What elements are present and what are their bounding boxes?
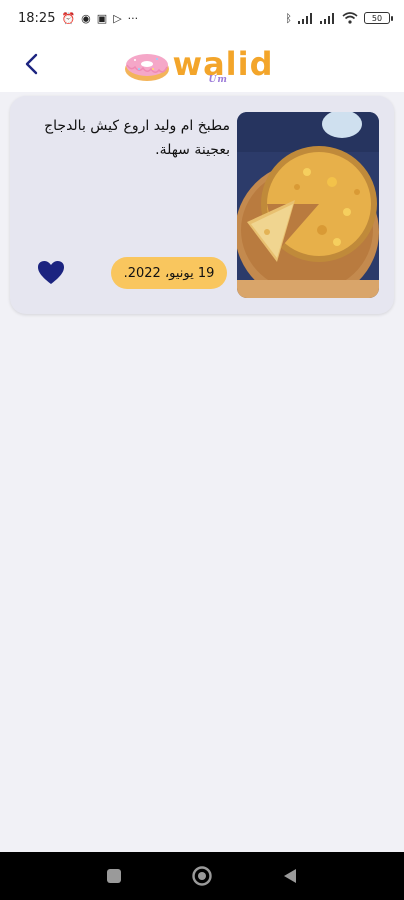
status-time: 18:25 — [18, 10, 56, 26]
cast-icon: ▷ — [113, 11, 122, 25]
signal-1-icon — [298, 13, 312, 24]
chevron-left-icon — [25, 53, 38, 75]
app-logo: walid Um — [123, 45, 274, 85]
wifi-icon — [342, 12, 358, 24]
post-title[interactable]: مطبخ ام وليد اروع كيش بالدجاج بعجينة سهل… — [26, 114, 230, 162]
more-notifications-icon: ··· — [127, 11, 139, 25]
system-nav-bar — [0, 852, 404, 900]
screenshot-icon: ▣ — [96, 11, 108, 25]
post-date: 19 يونيو، 2022. — [123, 265, 215, 281]
donut-icon — [124, 54, 169, 81]
system-back-button[interactable] — [276, 862, 304, 890]
status-bar: 18:25 ⏰ ◉ ▣ ▷ ··· ᛒ 50 — [0, 0, 404, 36]
alarm-icon: ⏰ — [61, 11, 76, 25]
app-header: walid Um — [0, 36, 404, 92]
date-badge: 19 يونيو، 2022. — [111, 257, 227, 289]
bluetooth-icon: ᛒ — [285, 11, 292, 25]
square-icon — [107, 869, 121, 883]
home-button[interactable] — [188, 862, 216, 890]
triangle-back-icon — [284, 869, 296, 883]
quiche-image — [237, 112, 379, 298]
back-button[interactable] — [12, 44, 52, 84]
logo-text: walid Um — [173, 45, 274, 85]
status-left: 18:25 ⏰ ◉ ▣ ▷ ··· — [18, 11, 138, 26]
circle-icon — [192, 866, 212, 886]
messenger-icon: ◉ — [81, 11, 91, 25]
status-right: ᛒ 50 — [285, 11, 393, 25]
recent-apps-button[interactable] — [100, 862, 128, 890]
battery-level: 50 — [371, 13, 383, 23]
post-card[interactable]: مطبخ ام وليد اروع كيش بالدجاج بعجينة سهل… — [10, 96, 394, 314]
heart-icon — [38, 261, 64, 284]
battery-icon: 50 — [364, 12, 393, 24]
logo-subtext: Um — [208, 75, 228, 85]
signal-2-icon — [320, 13, 334, 24]
post-image[interactable] — [237, 112, 379, 298]
favorite-button[interactable] — [36, 258, 66, 288]
